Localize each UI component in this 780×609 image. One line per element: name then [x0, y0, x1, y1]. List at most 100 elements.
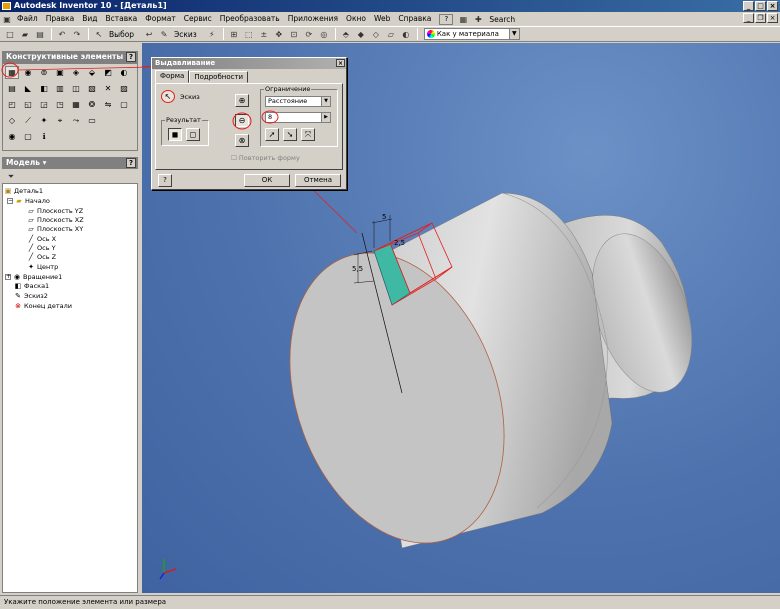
- mirror-tool-icon[interactable]: ⇋: [101, 98, 115, 111]
- loft-tool-icon[interactable]: ⬙: [85, 66, 99, 79]
- revolve-tool-icon[interactable]: ◉: [21, 66, 35, 79]
- sketch-button[interactable]: Эскиз: [172, 30, 199, 39]
- open-folder-icon[interactable]: ▰: [18, 28, 32, 41]
- menu-window[interactable]: Окно: [342, 12, 370, 26]
- circular-pattern-icon[interactable]: ❂: [85, 98, 99, 111]
- select-arrow-icon[interactable]: ↖: [92, 28, 106, 41]
- derived-component-icon[interactable]: ◲: [37, 98, 51, 111]
- menu-insert[interactable]: Вставка: [102, 12, 142, 26]
- material-select[interactable]: Как у материала ▼: [423, 28, 520, 40]
- menu-help[interactable]: Справка: [394, 12, 435, 26]
- menu-file[interactable]: Файл: [13, 12, 42, 26]
- filter-icon[interactable]: ⏷: [4, 170, 18, 183]
- close-button[interactable]: ×: [767, 1, 778, 11]
- hole-tool-icon[interactable]: ⊚: [37, 66, 51, 79]
- fillet-tool-icon[interactable]: ◣: [21, 82, 35, 95]
- tree-item[interactable]: ╱ Ось X: [27, 234, 56, 243]
- menu-tools[interactable]: Сервис: [180, 12, 216, 26]
- match-shape-checkbox[interactable]: ☐ Повторить форму: [231, 154, 300, 162]
- collapse-toggle-icon[interactable]: −: [7, 197, 13, 204]
- tree-item[interactable]: ✎ Эскиз2: [14, 291, 48, 300]
- info-tool-icon[interactable]: ℹ: [37, 130, 51, 143]
- join-operation-button[interactable]: ⊕: [235, 94, 249, 107]
- title-bar[interactable]: Autodesk Inventor 10 - [Деталь1] _ □ ×: [0, 0, 780, 12]
- solid-result-button[interactable]: ◼: [168, 128, 182, 141]
- tab-more[interactable]: Подробности: [189, 71, 249, 83]
- stitch-surface-icon[interactable]: ⤳: [69, 114, 83, 127]
- doc-close-button[interactable]: ×: [767, 13, 778, 23]
- move-face-icon[interactable]: ▧: [85, 82, 99, 95]
- shaded-display-icon[interactable]: ◆: [354, 28, 368, 41]
- iso-view-icon[interactable]: ⬘: [339, 28, 353, 41]
- look-at-icon[interactable]: ◎: [317, 28, 331, 41]
- symmetric-button[interactable]: ⤧: [301, 128, 315, 141]
- new-file-icon[interactable]: □: [3, 28, 17, 41]
- dialog-title-bar[interactable]: Выдавливание ×: [152, 58, 346, 69]
- menu-convert[interactable]: Преобразовать: [216, 12, 284, 26]
- dimension-height[interactable]: 5,5: [352, 265, 363, 273]
- dialog-close-icon[interactable]: ×: [336, 59, 345, 67]
- doc-minimize-button[interactable]: _: [743, 13, 754, 23]
- tree-item[interactable]: ▣ Деталь1: [4, 186, 43, 195]
- imate-tool-icon[interactable]: ◳: [53, 98, 67, 111]
- zoom-icon[interactable]: ±: [257, 28, 271, 41]
- minimize-button[interactable]: _: [743, 1, 754, 11]
- zoom-all-icon[interactable]: ⊞: [227, 28, 241, 41]
- surface-result-button[interactable]: ◻: [186, 128, 200, 141]
- tab-shape[interactable]: Форма: [155, 70, 190, 83]
- display-mode-icon[interactable]: ◇: [369, 28, 383, 41]
- replace-face-icon[interactable]: ▭: [85, 114, 99, 127]
- zoom-window-icon[interactable]: ⬚: [242, 28, 256, 41]
- tree-item[interactable]: ╱ Ось Z: [27, 252, 56, 261]
- help-question-icon[interactable]: ?: [439, 13, 454, 25]
- dimension-width[interactable]: 5: [382, 213, 386, 221]
- save-icon[interactable]: ▤: [33, 28, 47, 41]
- menu-view[interactable]: Вид: [78, 12, 101, 26]
- face-draft-icon[interactable]: ▥: [53, 82, 67, 95]
- menu-edit[interactable]: Правка: [42, 12, 79, 26]
- tree-item[interactable]: − ▰ Начало: [7, 196, 50, 205]
- tree-item[interactable]: + ◉ Вращение1: [5, 272, 62, 281]
- redo-icon[interactable]: ↷: [70, 28, 84, 41]
- tree-item[interactable]: ╱ Ось Y: [27, 243, 56, 252]
- return-icon[interactable]: ↩: [142, 28, 156, 41]
- feature-panel-title[interactable]: Конструктивные элементы ▾ ?: [2, 51, 138, 63]
- rib-tool-icon[interactable]: ◈: [69, 66, 83, 79]
- chamfer-tool-icon[interactable]: ◧: [37, 82, 51, 95]
- cancel-button[interactable]: Отмена: [295, 174, 341, 187]
- search-plus-icon[interactable]: ✚: [471, 13, 485, 26]
- dimension-offset[interactable]: 2,5: [394, 239, 405, 247]
- model-help-icon[interactable]: ?: [126, 158, 136, 168]
- thicken-tool-icon[interactable]: ▨: [117, 82, 131, 95]
- profile-select-button[interactable]: ↖: [161, 90, 175, 103]
- shadow-icon[interactable]: ◐: [399, 28, 413, 41]
- zoom-selected-icon[interactable]: ⊡: [287, 28, 301, 41]
- extrude-tool-icon[interactable]: ▦: [5, 66, 19, 79]
- toolbar-grid-icon[interactable]: ▦: [456, 13, 470, 26]
- intersect-operation-button[interactable]: ⊗: [235, 134, 249, 147]
- menu-format[interactable]: Формат: [141, 12, 179, 26]
- parameters-icon[interactable]: ◉: [5, 130, 19, 143]
- dialog-help-button[interactable]: ?: [158, 174, 172, 187]
- thread-tool-icon[interactable]: ▤: [5, 82, 19, 95]
- menu-applications[interactable]: Приложения: [284, 12, 342, 26]
- delete-face-icon[interactable]: ✕: [101, 82, 115, 95]
- ok-button[interactable]: ОК: [244, 174, 290, 187]
- decal-tool-icon[interactable]: ◱: [21, 98, 35, 111]
- coil-tool-icon[interactable]: ◐: [117, 66, 131, 79]
- sweep-tool-icon[interactable]: ◩: [101, 66, 115, 79]
- promote-icon[interactable]: ▢: [21, 130, 35, 143]
- menu-web[interactable]: Web: [370, 12, 394, 26]
- split-tool-icon[interactable]: ◫: [69, 82, 83, 95]
- tree-item[interactable]: ▱ Плоскость XY: [27, 224, 83, 233]
- maximize-button[interactable]: □: [755, 1, 766, 11]
- direction-2-button[interactable]: ➘: [283, 128, 297, 141]
- tree-item[interactable]: ▱ Плоскость XZ: [27, 215, 83, 224]
- model-panel-title[interactable]: Модель ▾ ?: [2, 157, 138, 169]
- doc-restore-button[interactable]: ❐: [755, 13, 766, 23]
- expand-toggle-icon[interactable]: +: [5, 273, 11, 280]
- emboss-tool-icon[interactable]: ◰: [5, 98, 19, 111]
- work-point-icon[interactable]: ✦: [37, 114, 51, 127]
- limit-type-select[interactable]: Расстояние ▼: [265, 96, 331, 107]
- rectangular-pattern-icon[interactable]: ▦: [69, 98, 83, 111]
